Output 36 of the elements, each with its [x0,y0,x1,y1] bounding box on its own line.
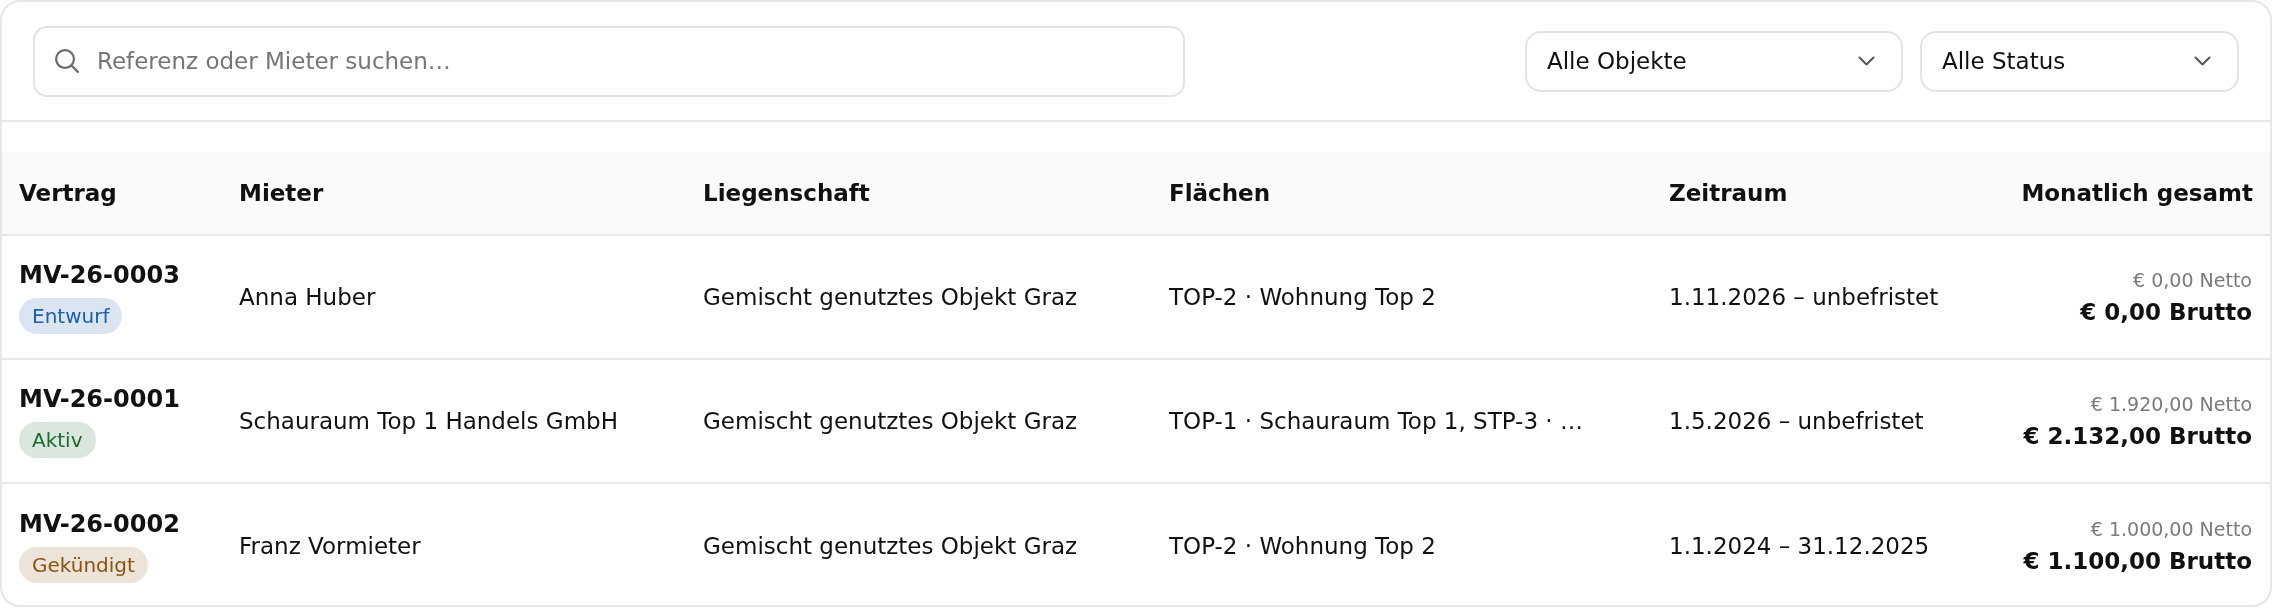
status-badge: Aktiv [19,421,96,458]
filter-dropdown[interactable]: Alle Status [1920,30,2239,92]
chevron-down-icon [1858,56,1875,66]
property-name: Gemischt genutztes Objekt Graz [702,533,1079,559]
lease-period: 1.5.2026 – unbefristet [1668,408,1925,434]
unit-list: TOP-2 · Wohnung Top 2 [1152,533,1453,559]
net-amount: € 1.920,00 Netto [2090,393,2252,415]
lease-period: 1.11.2026 – unbefristet [1668,284,1940,310]
status-badge: Gekündigt [19,546,148,583]
gross-amount: € 0,00 Brutto [2080,299,2252,325]
lease-period: 1.1.2024 – 31.12.2025 [1668,533,1931,559]
tenant-name: Schauraum Top 1 Handels GmbH [238,408,619,434]
tenant-name: Franz Vormieter [238,533,422,559]
column-header: Vertrag [18,180,118,206]
search-field[interactable]: Referenz oder Mieter suchen… [33,25,1185,97]
unit-list: TOP-2 · Wohnung Top 2 [1152,284,1453,310]
column-header: Liegenschaft [702,180,871,206]
contract-number: MV-26-0003 [19,260,180,289]
gross-amount: € 1.100,00 Brutto [2023,548,2252,574]
status-badge: Entwurf [19,297,123,334]
column-header: Mieter [238,180,325,206]
contract-number: MV-26-0002 [19,509,180,538]
column-header: Zeitraum [1668,180,1789,206]
filter-dropdown[interactable]: Alle Objekte [1525,30,1903,92]
contract-number: MV-26-0001 [19,384,180,413]
net-amount: € 0,00 Netto [2133,269,2252,291]
property-name: Gemischt genutztes Objekt Graz [702,284,1079,310]
search-icon [55,49,79,73]
column-header: Flächen [1168,180,1272,206]
property-name: Gemischt genutztes Objekt Graz [702,408,1079,434]
tenant-name: Anna Huber [238,284,377,310]
unit-list: TOP-1 · Schauraum Top 1, STP-3 · … [1152,408,1600,434]
chevron-down-icon [2194,56,2211,66]
gross-amount: € 2.132,00 Brutto [2023,423,2252,449]
column-header: Monatlich gesamt [2020,180,2254,206]
net-amount: € 1.000,00 Netto [2090,518,2252,540]
